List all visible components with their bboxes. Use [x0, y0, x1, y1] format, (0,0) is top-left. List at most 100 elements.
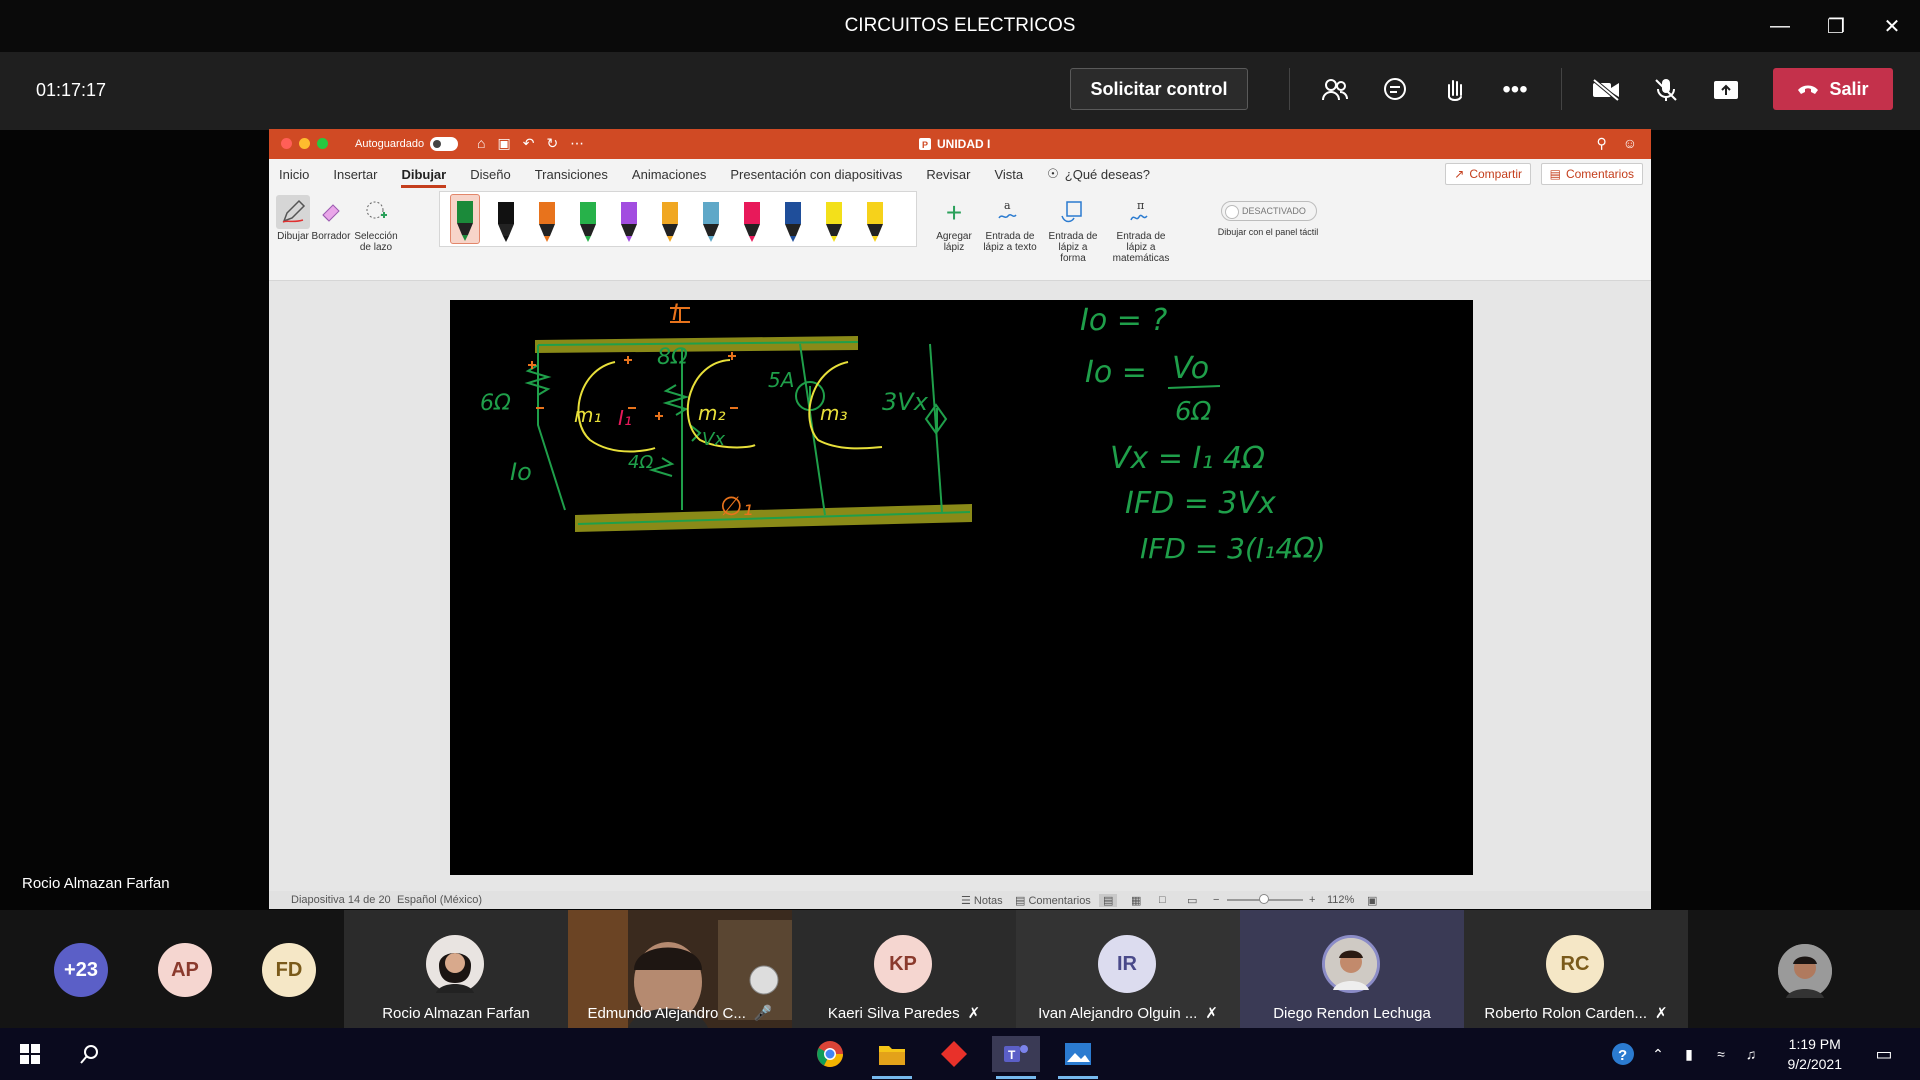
comments-button[interactable]: ▤ Comentarios: [1540, 163, 1643, 185]
tab-insertar[interactable]: Insertar: [333, 161, 377, 188]
more-options-icon[interactable]: •••: [1497, 74, 1533, 106]
ink-eq2-num: Vo: [1172, 351, 1209, 386]
participant-tile[interactable]: RC Roberto Rolon Carden... ✗: [1464, 910, 1688, 1028]
share-screen-icon[interactable]: [1708, 74, 1744, 106]
redo-icon[interactable]: ↻: [546, 135, 558, 152]
close-button[interactable]: ✕: [1864, 0, 1920, 52]
zoom-out-icon[interactable]: −: [1213, 894, 1219, 906]
photos-icon[interactable]: [1054, 1036, 1102, 1079]
participant-tile[interactable]: KP Kaeri Silva Paredes ✗: [792, 910, 1016, 1028]
status-comments-label: Comentarios: [1028, 895, 1091, 907]
taskbar-clock[interactable]: 1:19 PM 9/2/2021: [1788, 1034, 1843, 1074]
pen-10[interactable]: [819, 194, 849, 244]
comments-label: Comentarios: [1565, 167, 1634, 181]
wifi-icon[interactable]: ≈: [1708, 1036, 1734, 1072]
tab-revisar[interactable]: Revisar: [926, 161, 970, 188]
notes-button[interactable]: ☰ Notas: [961, 894, 1003, 907]
search-icon[interactable]: ⚲: [1596, 135, 1606, 152]
minimize-button[interactable]: —: [1752, 0, 1808, 52]
windows-start-icon[interactable]: [6, 1036, 54, 1072]
touch-draw-toggle[interactable]: DESACTIVADO: [1221, 201, 1317, 221]
avatar-ap[interactable]: AP: [158, 943, 212, 997]
ink-mesh1: m₁: [574, 403, 602, 427]
pen-8[interactable]: [737, 194, 767, 244]
fit-slide-icon[interactable]: ▣: [1367, 894, 1377, 907]
tell-me-box[interactable]: ☉ ¿Qué deseas?: [1047, 166, 1150, 182]
sorter-view-icon[interactable]: ▦: [1131, 894, 1141, 907]
more-icon[interactable]: ⋯: [570, 135, 584, 152]
search-icon[interactable]: [66, 1036, 114, 1072]
zoom-dot-icon[interactable]: [317, 138, 328, 149]
zoom-level[interactable]: 112%: [1327, 894, 1354, 906]
participant-tile[interactable]: Rocio Almazan Farfan: [344, 910, 568, 1028]
pen-3[interactable]: [532, 194, 562, 244]
volume-icon[interactable]: ♫: [1738, 1036, 1764, 1072]
home-icon[interactable]: ⌂: [477, 135, 485, 152]
autosave[interactable]: Autoguardado: [355, 137, 459, 151]
app-diamond-icon[interactable]: [930, 1036, 978, 1072]
ribbon-tabs: Inicio Insertar Dibujar Diseño Transicio…: [269, 159, 1651, 189]
minimize-dot-icon[interactable]: [299, 138, 310, 149]
share-button[interactable]: ↗ Compartir: [1445, 163, 1531, 185]
tab-animaciones[interactable]: Animaciones: [632, 161, 706, 188]
pen-4[interactable]: [573, 194, 603, 244]
self-avatar[interactable]: [1778, 944, 1832, 998]
undo-icon[interactable]: ↶: [523, 135, 535, 152]
smiley-icon[interactable]: ☺: [1623, 135, 1637, 152]
mic-off-icon[interactable]: [1648, 74, 1684, 106]
tab-inicio[interactable]: Inicio: [279, 161, 309, 188]
ink-eq3: Vx = I₁ 4Ω: [1110, 441, 1265, 476]
chrome-icon[interactable]: [806, 1036, 854, 1072]
participant-video-tile[interactable]: Edmundo Alejandro C... 🎤: [568, 910, 792, 1028]
chat-icon[interactable]: [1377, 74, 1413, 106]
battery-icon[interactable]: ▮: [1676, 1036, 1702, 1072]
draw-tool[interactable]: Dibujar: [276, 195, 310, 242]
ink-to-shape-tool[interactable]: Entrada de lápiz a forma: [1045, 195, 1101, 264]
request-control-button[interactable]: Solicitar control: [1070, 68, 1248, 110]
pen-11[interactable]: [860, 194, 890, 244]
camera-off-icon[interactable]: [1588, 74, 1624, 106]
tab-diseno[interactable]: Diseño: [470, 161, 510, 188]
slide-ink-drawing: I 6Ω 8Ω 5A 3Vx 4Ω Vx Io ∅₁ I₁ m₁ m₂ m₃ I…: [480, 301, 1326, 565]
overflow-participants[interactable]: +23: [54, 943, 108, 997]
zoom-slider-thumb[interactable]: [1259, 894, 1269, 904]
lasso-tool[interactable]: Selección de lazo: [351, 195, 401, 253]
avatar-fd[interactable]: FD: [262, 943, 316, 997]
pen-9[interactable]: [778, 194, 808, 244]
chevron-up-icon[interactable]: ⌃: [1646, 1036, 1670, 1072]
reading-view-icon[interactable]: □: [1159, 894, 1166, 906]
participant-tile[interactable]: IR Ivan Alejandro Olguin ... ✗: [1016, 910, 1240, 1028]
raise-hand-icon[interactable]: [1437, 74, 1473, 106]
ink-to-text-tool[interactable]: a Entrada de lápiz a texto: [983, 195, 1037, 253]
leave-button[interactable]: Salir: [1773, 68, 1893, 110]
pen-1[interactable]: [450, 194, 480, 244]
tab-vista[interactable]: Vista: [994, 161, 1023, 188]
tab-presentacion[interactable]: Presentación con diapositivas: [730, 161, 902, 188]
ink-to-math-icon: π: [1124, 195, 1158, 229]
pen-7[interactable]: [696, 194, 726, 244]
status-comments-button[interactable]: ▤ Comentarios: [1015, 894, 1091, 907]
tab-dibujar[interactable]: Dibujar: [401, 161, 446, 188]
language-indicator[interactable]: Español (México): [397, 894, 482, 906]
notifications-icon[interactable]: ▭: [1860, 1036, 1908, 1072]
restore-button[interactable]: ❐: [1808, 0, 1864, 52]
participant-tile-speaking[interactable]: Diego Rendon Lechuga: [1240, 910, 1464, 1028]
pen-2[interactable]: [491, 194, 521, 244]
add-pen-tool[interactable]: + Agregar lápiz: [931, 195, 977, 253]
teams-icon[interactable]: T: [992, 1036, 1040, 1079]
normal-view-icon[interactable]: ▤: [1099, 894, 1118, 907]
save-icon[interactable]: ▣: [497, 135, 510, 152]
autosave-toggle[interactable]: [430, 137, 459, 151]
participants-icon[interactable]: [1317, 74, 1353, 106]
zoom-in-icon[interactable]: +: [1309, 894, 1315, 906]
eraser-tool[interactable]: Borrador: [311, 195, 351, 242]
pen-6[interactable]: [655, 194, 685, 244]
pen-5[interactable]: [614, 194, 644, 244]
slide[interactable]: I 6Ω 8Ω 5A 3Vx 4Ω Vx Io ∅₁ I₁ m₁ m₂ m₃ I…: [450, 300, 1473, 875]
file-explorer-icon[interactable]: [868, 1036, 916, 1079]
close-dot-icon[interactable]: [281, 138, 292, 149]
help-icon[interactable]: ?: [1608, 1036, 1638, 1072]
tab-transiciones[interactable]: Transiciones: [535, 161, 608, 188]
ink-to-math-tool[interactable]: π Entrada de lápiz a matemáticas: [1105, 195, 1177, 264]
slideshow-view-icon[interactable]: ▭: [1187, 894, 1197, 907]
